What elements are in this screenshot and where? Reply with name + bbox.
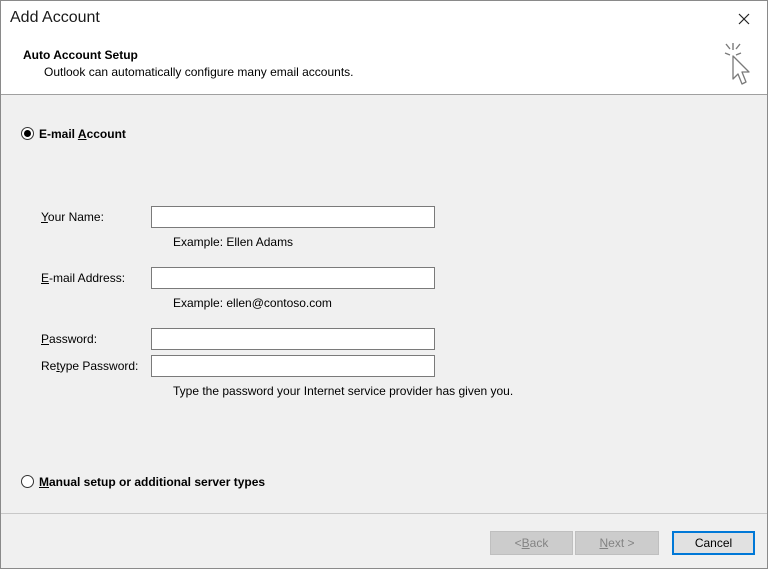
add-account-dialog: Add Account Auto Account Setup Outlook c… [0,0,768,569]
next-button[interactable]: Next > [575,531,659,555]
your-name-hint: Example: Ellen Adams [173,235,294,249]
retype-password-label: Retype Password: [41,359,139,373]
retype-password-input[interactable] [151,355,435,377]
email-address-input[interactable] [151,267,435,289]
email-account-label[interactable]: E-mail Account [39,127,126,141]
back-button[interactable]: < Back [490,531,573,555]
password-input[interactable] [151,328,435,350]
email-address-label: E-mail Address: [41,271,126,285]
header-subtitle: Outlook can automatically configure many… [44,65,354,79]
email-account-radio[interactable] [21,127,34,140]
password-label: Password: [41,332,98,346]
wizard-cursor-icon [724,43,750,85]
wizard-header: Auto Account Setup Outlook can automatic… [1,37,767,95]
cancel-button[interactable]: Cancel [672,531,755,555]
close-button[interactable] [721,1,767,37]
email-address-hint: Example: ellen@contoso.com [173,296,332,310]
password-hint: Type the password your Internet service … [173,384,514,398]
your-name-label: Your Name: [41,210,104,224]
manual-setup-radio[interactable] [21,475,34,488]
manual-setup-label[interactable]: Manual setup or additional server types [39,475,265,489]
header-title: Auto Account Setup [23,48,138,62]
your-name-input[interactable] [151,206,435,228]
window-title: Add Account [10,9,100,26]
close-icon [738,13,750,25]
title-bar: Add Account [1,1,767,37]
footer-divider [1,513,767,514]
